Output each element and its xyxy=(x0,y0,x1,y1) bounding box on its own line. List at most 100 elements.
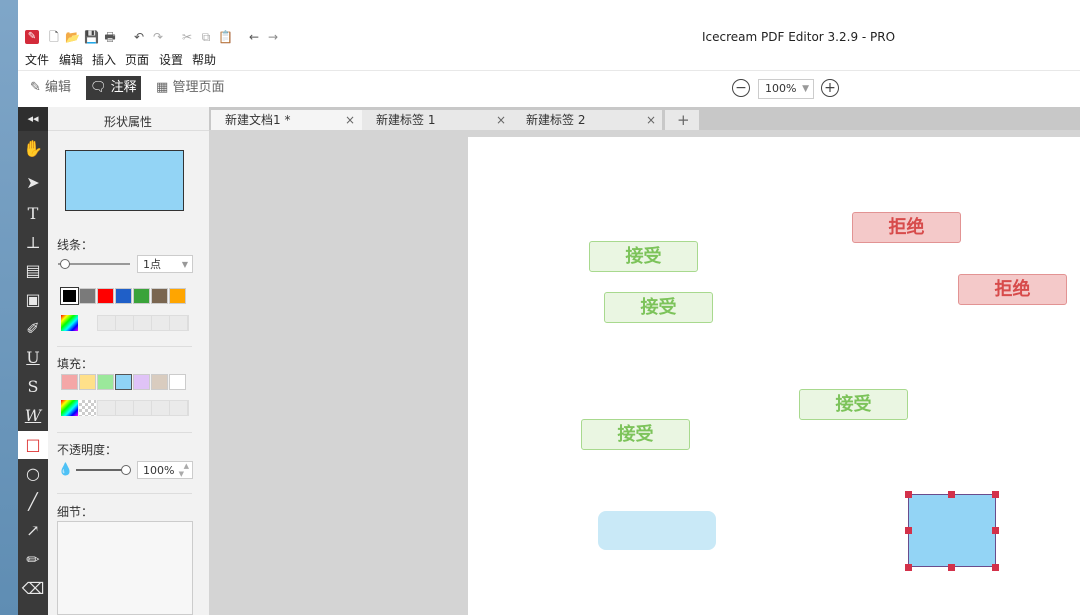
stroke-color-brown[interactable] xyxy=(151,288,168,304)
resize-handle-w[interactable] xyxy=(905,527,912,534)
hand-tool-icon[interactable]: ✋ xyxy=(18,135,48,163)
resize-handle-sw[interactable] xyxy=(905,564,912,571)
menu-edit[interactable]: 编辑 xyxy=(59,51,83,68)
accept-stamp[interactable]: 接受 xyxy=(581,419,690,450)
stamp-text: 拒绝 xyxy=(994,279,1031,300)
line-tool-icon[interactable]: ╱ xyxy=(18,488,48,516)
text-tool-icon[interactable]: T xyxy=(18,200,48,228)
select-tool-icon[interactable]: ➤ xyxy=(18,169,48,197)
highlight-tool-icon[interactable]: ✐ xyxy=(18,315,48,343)
underline-tool-icon[interactable]: U xyxy=(18,344,48,372)
stroke-color-gray[interactable] xyxy=(79,288,96,304)
squiggly-tool-icon[interactable]: W xyxy=(18,402,48,430)
selected-rectangle-shape[interactable] xyxy=(908,494,996,567)
pages-grid-icon: ▦ xyxy=(156,80,169,95)
slider-handle[interactable] xyxy=(60,259,70,269)
close-icon[interactable]: × xyxy=(496,110,506,130)
tab-new-tab-2[interactable]: 新建标签 2 × xyxy=(512,110,662,130)
menu-settings[interactable]: 设置 xyxy=(159,51,183,68)
chevron-down-icon: ▼ xyxy=(802,84,809,94)
back-arrow-icon[interactable]: ← xyxy=(247,30,261,44)
textbox-tool-icon[interactable]: ▣ xyxy=(18,286,48,314)
faded-rounded-shape[interactable] xyxy=(598,511,716,550)
resize-handle-s[interactable] xyxy=(948,564,955,571)
undo-icon[interactable]: ↶ xyxy=(132,30,146,44)
edit-mode-button[interactable]: ✎ 编辑 xyxy=(26,76,75,100)
resize-handle-e[interactable] xyxy=(992,527,999,534)
stroke-width-select[interactable]: 1点 ▼ xyxy=(137,255,193,273)
accept-stamp[interactable]: 接受 xyxy=(589,241,698,272)
menu-page[interactable]: 页面 xyxy=(125,51,149,68)
fill-color-pink[interactable] xyxy=(61,374,78,390)
reject-stamp[interactable]: 拒绝 xyxy=(852,212,961,243)
custom-color-picker-icon[interactable] xyxy=(61,315,78,331)
no-fill-icon[interactable] xyxy=(79,400,96,416)
close-icon[interactable]: × xyxy=(646,110,656,130)
annotate-mode-button[interactable]: 🗨 注释 xyxy=(86,76,141,100)
fill-color-lightblue[interactable] xyxy=(115,374,132,390)
pencil-icon: ✎ xyxy=(30,80,41,95)
resize-handle-se[interactable] xyxy=(992,564,999,571)
strikeout-tool-icon[interactable]: S xyxy=(18,373,48,401)
stroke-color-red[interactable] xyxy=(97,288,114,304)
reject-stamp[interactable]: 拒绝 xyxy=(958,274,1067,305)
rectangle-tool-icon[interactable]: □ xyxy=(18,431,48,459)
add-tab-button[interactable]: + xyxy=(665,110,699,130)
stroke-color-green[interactable] xyxy=(133,288,150,304)
copy-icon[interactable]: ⧉ xyxy=(199,30,213,44)
fill-label: 填充： xyxy=(57,357,94,371)
paste-icon[interactable]: 📋 xyxy=(218,30,233,44)
details-textarea[interactable] xyxy=(57,521,193,615)
tab-new-tab-1[interactable]: 新建标签 1 × xyxy=(362,110,512,130)
fill-color-swatches xyxy=(61,374,191,392)
divider xyxy=(57,493,192,494)
stroke-color-orange[interactable] xyxy=(169,288,186,304)
resize-handle-nw[interactable] xyxy=(905,491,912,498)
zoom-select[interactable]: 100% ▼ xyxy=(758,79,814,99)
slider-handle[interactable] xyxy=(121,465,131,475)
forward-arrow-icon[interactable]: → xyxy=(266,30,280,44)
panel-title: 形状属性 xyxy=(104,115,153,129)
stroke-color-black[interactable] xyxy=(60,287,79,305)
redo-icon[interactable]: ↷ xyxy=(151,30,165,44)
eraser-tool-icon[interactable]: ⌫ xyxy=(18,575,48,603)
fill-color-white[interactable] xyxy=(169,374,186,390)
menu-file[interactable]: 文件 xyxy=(25,51,49,68)
new-file-icon[interactable]: 🗋 xyxy=(47,30,61,44)
menu-insert[interactable]: 插入 xyxy=(92,51,116,68)
fill-color-green[interactable] xyxy=(97,374,114,390)
open-folder-icon[interactable]: 📂 xyxy=(65,30,80,44)
fill-color-beige[interactable] xyxy=(151,374,168,390)
stepper-arrows-icon[interactable]: ▲ ▼ xyxy=(179,462,189,478)
close-icon[interactable]: × xyxy=(345,110,355,130)
tab-new-document-1[interactable]: 新建文档1 * × xyxy=(211,110,363,130)
collapse-panel-icon[interactable]: ◂◂ xyxy=(18,107,48,131)
zoom-out-icon[interactable]: − xyxy=(732,79,750,97)
cut-icon[interactable]: ✂ xyxy=(180,30,194,44)
opacity-stepper[interactable]: 100% ▲ ▼ xyxy=(137,461,193,479)
zoom-value: 100% xyxy=(765,82,797,95)
fill-color-yellow[interactable] xyxy=(79,374,96,390)
menu-help[interactable]: 帮助 xyxy=(192,51,216,68)
edit-mode-label: 编辑 xyxy=(45,80,72,95)
pencil-tool-icon[interactable]: ✏ xyxy=(18,546,48,574)
save-icon[interactable]: 💾 xyxy=(84,30,99,44)
resize-handle-n[interactable] xyxy=(948,491,955,498)
stroke-color-blue[interactable] xyxy=(115,288,132,304)
accept-stamp[interactable]: 接受 xyxy=(799,389,908,420)
resize-handle-ne[interactable] xyxy=(992,491,999,498)
custom-fill-picker-icon[interactable] xyxy=(61,400,78,416)
plus-icon: + xyxy=(677,111,690,129)
stamp-tool-icon[interactable]: ⊥ xyxy=(18,229,48,257)
accept-stamp[interactable]: 接受 xyxy=(604,292,713,323)
fill-color-lavender[interactable] xyxy=(133,374,150,390)
arrow-tool-icon[interactable]: ↗ xyxy=(18,517,48,545)
manage-pages-button[interactable]: ▦ 管理页面 xyxy=(152,76,228,100)
annotate-mode-label: 注释 xyxy=(110,80,137,95)
note-tool-icon[interactable]: ▤ xyxy=(18,257,48,285)
recent-fill-colors xyxy=(97,400,189,416)
print-icon[interactable]: 🖶 xyxy=(103,30,117,44)
zoom-in-icon[interactable]: + xyxy=(821,79,839,97)
opacity-slider[interactable] xyxy=(76,469,126,471)
ellipse-tool-icon[interactable]: ○ xyxy=(18,460,48,488)
